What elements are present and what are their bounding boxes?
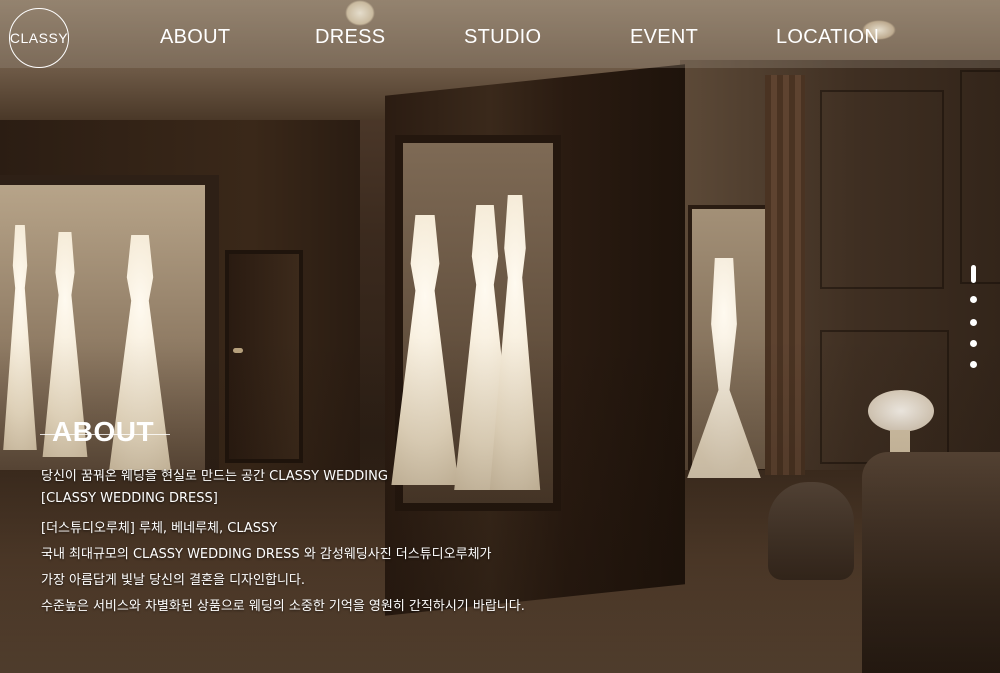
nav-location[interactable]: LOCATION [776, 26, 879, 49]
nav-about[interactable]: ABOUT [160, 26, 230, 49]
top-navigation-bar: CLASSY ABOUT DRESS STUDIO EVENT LOCATION [0, 0, 1000, 68]
about-line: [CLASSY WEDDING DRESS] [41, 491, 218, 506]
about-line: 수준높은 서비스와 차별화된 상품으로 웨딩의 소중한 기억을 영원히 간직하시… [41, 599, 525, 614]
slide-indicator-active[interactable] [971, 265, 976, 283]
slide-indicator[interactable] [970, 340, 977, 347]
about-title: ABOUT [52, 416, 155, 447]
about-line: 가장 아름답게 빛날 당신의 결혼을 디자인합니다. [41, 573, 305, 588]
slide-indicator[interactable] [970, 296, 977, 303]
nav-studio[interactable]: STUDIO [464, 26, 541, 49]
nav-event[interactable]: EVENT [630, 26, 698, 49]
about-line: 당신이 꿈꿔온 웨딩을 현실로 만드는 공간 CLASSY WEDDING [41, 469, 388, 484]
logo[interactable]: CLASSY [9, 8, 69, 68]
slide-indicator[interactable] [970, 361, 977, 368]
slide-indicator[interactable] [970, 319, 977, 326]
about-line: [더스튜디오루체] 루체, 베네루체, CLASSY [41, 521, 278, 536]
nav-dress[interactable]: DRESS [315, 26, 385, 49]
about-line: 국내 최대규모의 CLASSY WEDDING DRESS 와 감성웨딩사진 더… [41, 547, 492, 562]
